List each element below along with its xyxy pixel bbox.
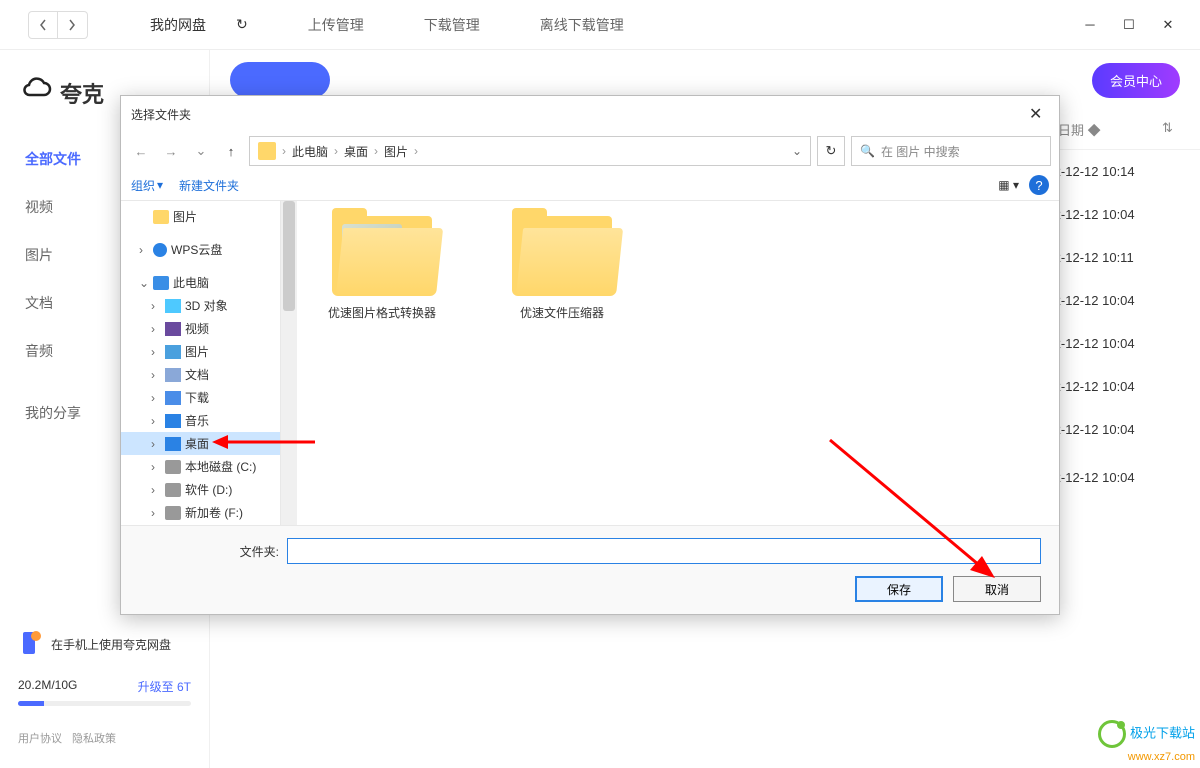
folder-label: 优速文件压缩器 [520,306,604,320]
tree-item-pictures2[interactable]: ›图片 [121,340,280,363]
tree-item-videos[interactable]: ›视频 [121,317,280,340]
refresh-icon[interactable]: ↻ [236,16,248,33]
close-icon[interactable]: ✕ [1161,18,1175,32]
upgrade-link[interactable]: 升级至 6T [138,678,191,695]
folder-item-2[interactable]: 优速文件压缩器 [492,216,632,321]
dlg-refresh-icon[interactable]: ↻ [817,136,845,166]
organize-button[interactable]: 组织 ▾ [131,177,163,194]
annotation-arrow-1 [210,432,320,452]
tree-item-drive-f[interactable]: ›新加卷 (F:) [121,501,280,524]
annotation-arrow-2 [820,430,1020,590]
desktop-icon [165,437,181,451]
tab-label: 离线下载管理 [540,15,624,35]
music-icon [165,414,181,428]
window-controls: ─ ☐ ✕ [1083,18,1200,32]
dlg-up-icon[interactable]: ↑ [219,139,243,163]
search-placeholder: 在 图片 中搜索 [881,143,960,160]
dlg-forward-icon[interactable]: → [159,139,183,163]
vip-center-button[interactable]: 会员中心 [1092,63,1180,98]
tab-label: 下载管理 [424,15,480,35]
new-folder-button[interactable]: 新建文件夹 [179,177,239,194]
folder-field-label: 文件夹: [139,543,279,560]
tree-item-wps[interactable]: ›WPS云盘 [121,238,280,261]
watermark-text-1: 极光下载站 [1130,725,1195,740]
pc-icon [153,276,169,290]
folder-tree: 图片 ›WPS云盘 ⌄此电脑 ›3D 对象 ›视频 ›图片 ›文档 ›下载 ›音… [121,201,281,525]
tab-label: 我的网盘 [150,15,206,35]
view-mode-icon[interactable]: ▦ ▾ [998,178,1019,192]
tree-item-downloads[interactable]: ›下载 [121,386,280,409]
dialog-titlebar: 选择文件夹 ✕ [121,96,1059,132]
top-tabs: 我的网盘 ↻ 上传管理 下载管理 离线下载管理 [120,0,1083,50]
folder-label: 优速图片格式转换器 [328,306,436,320]
tab-download-mgmt[interactable]: 下载管理 [394,0,510,50]
app-window: 我的网盘 ↻ 上传管理 下载管理 离线下载管理 ─ ☐ ✕ 夸克 全部文件 视频 [0,0,1200,768]
dialog-title: 选择文件夹 [131,106,191,123]
drive-icon [165,506,181,520]
wps-icon [153,243,167,257]
dlg-recent-icon[interactable]: ⌄ [189,139,213,163]
nav-forward-button[interactable] [58,11,88,39]
storage-info: 20.2M/10G 升级至 6T [0,668,209,716]
tree-item-drive-d[interactable]: ›软件 (D:) [121,478,280,501]
phone-promo[interactable]: 在手机上使用夸克网盘 [0,620,209,668]
tab-upload-mgmt[interactable]: 上传管理 [278,0,394,50]
video-icon [165,322,181,336]
nav-back-button[interactable] [28,11,58,39]
tree-item-3d[interactable]: ›3D 对象 [121,294,280,317]
sort-icon: ◆ [1088,123,1101,138]
download-icon [165,391,181,405]
search-icon: 🔍 [860,144,875,158]
dlg-search-box[interactable]: 🔍 在 图片 中搜索 [851,136,1051,166]
dlg-toolbar: 组织 ▾ 新建文件夹 ▦ ▾ ? [121,170,1059,201]
dlg-back-icon[interactable]: ← [129,139,153,163]
bc-pictures[interactable]: 图片 [384,143,408,160]
storage-used: 20.2M/10G [18,678,77,695]
drive-icon [165,460,181,474]
user-agreement-link[interactable]: 用户协议 [18,730,62,746]
phone-promo-text: 在手机上使用夸克网盘 [51,636,171,653]
watermark-text-2: www.xz7.com [1128,751,1195,763]
chevron-down-icon: ▾ [157,178,163,192]
folder-item-1[interactable]: 优速图片格式转换器 [312,216,452,321]
cloud-icon [20,75,52,110]
tree-item-music[interactable]: ›音乐 [121,409,280,432]
privacy-policy-link[interactable]: 隐私政策 [72,730,116,746]
watermark: 极光下载站 www.xz7.com [1098,720,1195,763]
folder-icon [258,142,276,160]
tab-label: 上传管理 [308,15,364,35]
storage-progress [18,701,191,706]
bc-this-pc[interactable]: 此电脑 [292,143,328,160]
minimize-icon[interactable]: ─ [1083,18,1097,32]
tab-offline-download[interactable]: 离线下载管理 [510,0,654,50]
phone-icon [15,630,43,658]
tree-item-pictures[interactable]: 图片 [121,205,280,228]
primary-action-button[interactable] [230,62,330,98]
maximize-icon[interactable]: ☐ [1122,18,1136,32]
drive-icon [165,483,181,497]
titlebar: 我的网盘 ↻ 上传管理 下载管理 离线下载管理 ─ ☐ ✕ [0,0,1200,50]
tree-item-docs[interactable]: ›文档 [121,363,280,386]
folder-icon [153,210,169,224]
picture-icon [165,345,181,359]
obj3d-icon [165,299,181,313]
bc-desktop[interactable]: 桌面 [344,143,368,160]
column-settings-icon[interactable]: ⇅ [1162,120,1180,139]
doc-icon [165,368,181,382]
tree-item-drive-c[interactable]: ›本地磁盘 (C:) [121,455,280,478]
dialog-nav: ← → ⌄ ↑ › 此电脑 › 桌面 › 图片 › ⌄ ↻ 🔍 在 图片 中搜索 [121,132,1059,170]
dialog-close-icon[interactable]: ✕ [1029,104,1049,124]
tab-my-disk[interactable]: 我的网盘 ↻ [120,0,278,50]
bc-dropdown-icon[interactable]: ⌄ [792,144,802,158]
dlg-breadcrumb[interactable]: › 此电脑 › 桌面 › 图片 › ⌄ [249,136,811,166]
footer-links: 用户协议 隐私政策 [0,716,209,768]
tree-scrollbar[interactable] [281,201,297,525]
brand-text: 夸克 [60,77,104,109]
watermark-icon [1098,720,1126,748]
nav-arrows [0,11,100,39]
help-icon[interactable]: ? [1029,175,1049,195]
tree-item-this-pc[interactable]: ⌄此电脑 [121,271,280,294]
